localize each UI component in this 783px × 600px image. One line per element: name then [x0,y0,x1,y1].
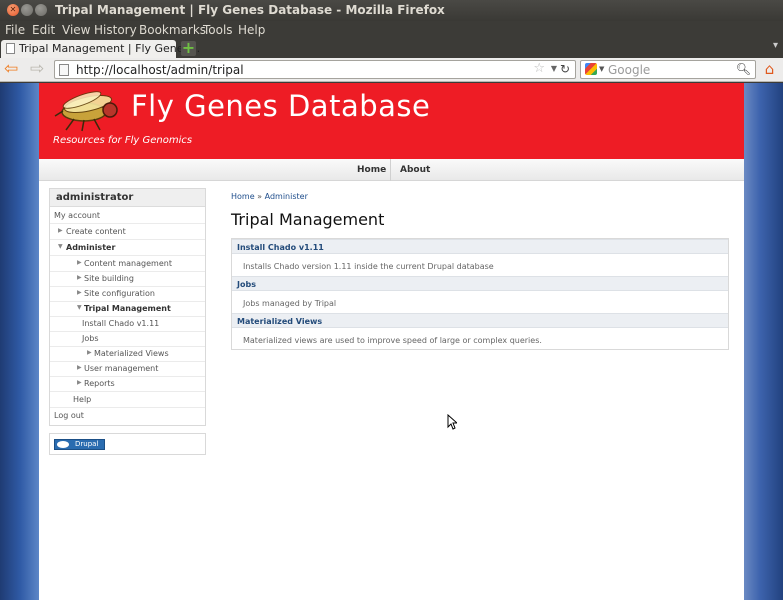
navigation-sidebar: administrator My account ▶ Create conten… [49,188,206,426]
sidebar-item-label: Administer [66,243,116,252]
tab-list-icon[interactable]: ▾ [773,40,778,51]
collapsed-arrow-icon: ▶ [87,349,92,356]
sidebar-item-reports[interactable]: ▶ Reports [50,376,205,392]
sidebar-item-help[interactable]: Help [50,392,205,408]
search-icon[interactable]: 🔍︎ [736,62,751,76]
history-dropdown-icon[interactable]: ▼ [551,64,557,73]
collapsed-arrow-icon: ▶ [58,227,63,234]
page-viewport: Fly Genes Database Resources for Fly Gen… [0,83,783,600]
section-description: Materialized views are used to improve s… [243,336,542,345]
sidebar-item-label: Site building [84,274,134,283]
powered-by-drupal-block: Drupal [49,433,206,455]
breadcrumb: Home » Administer [231,192,308,201]
site-slogan: Resources for Fly Genomics [53,135,193,146]
menu-history[interactable]: History [94,23,137,37]
sidebar-item-materialized-views[interactable]: ▶ Materialized Views [50,346,205,362]
admin-panel: Install Chado v1.11 Installs Chado versi… [231,238,729,350]
breadcrumb-home-link[interactable]: Home [231,192,255,201]
menu-edit[interactable]: Edit [32,23,55,37]
collapsed-arrow-icon: ▶ [77,274,82,281]
menu-help[interactable]: Help [238,23,265,37]
sidebar-item-label: Reports [84,379,115,388]
back-arrow-icon[interactable]: ⇦ [4,61,18,78]
breadcrumb-administer-link[interactable]: Administer [265,192,308,201]
sidebar-item-label: Install Chado v1.11 [82,319,160,328]
powered-by-drupal-badge[interactable]: Drupal [54,439,105,450]
menu-bookmarks[interactable]: Bookmarks [139,23,206,37]
sidebar-item-site-configuration[interactable]: ▶ Site configuration [50,286,205,302]
section-heading-install-chado[interactable]: Install Chado v1.11 [232,239,728,254]
window-title: Tripal Management | Fly Genes Database -… [55,3,445,17]
forward-arrow-icon[interactable]: ⇨ [30,61,44,78]
sidebar-item-label: Materialized Views [94,349,169,358]
sidebar-item-label: My account [54,211,101,220]
section-heading-materialized-views[interactable]: Materialized Views [232,313,728,328]
sidebar-item-install-chado[interactable]: Install Chado v1.11 [50,316,205,332]
sidebar-item-jobs[interactable]: Jobs [50,331,205,347]
site-header: Fly Genes Database Resources for Fly Gen… [39,83,744,159]
page-title: Tripal Management [231,210,385,229]
window-titlebar: ✕ Tripal Management | Fly Genes Database… [0,0,783,21]
minimize-window-button[interactable] [21,4,33,16]
navigation-toolbar: ⇦ ⇨ http://localhost/admin/tripal ☆ ▼ ↻ … [0,58,783,82]
fly-logo-icon[interactable] [54,86,124,132]
sidebar-item-label: Help [73,395,92,404]
menu-tools[interactable]: Tools [203,23,233,37]
collapsed-arrow-icon: ▶ [77,289,82,296]
section-heading-jobs[interactable]: Jobs [232,276,728,291]
sidebar-item-label: Site configuration [84,289,155,298]
reload-icon[interactable]: ↻ [560,62,570,76]
new-tab-button[interactable]: + [181,40,196,56]
sidebar-item-label: Log out [54,411,84,420]
maximize-window-button[interactable] [35,4,47,16]
collapsed-arrow-icon: ▶ [77,364,82,371]
nav-link-about[interactable]: About [400,165,430,175]
sidebar-item-create-content[interactable]: ▶ Create content [50,224,205,240]
page-icon [6,43,15,54]
tab-tripal-management[interactable]: Tripal Management | Fly Genes… [1,40,200,58]
sidebar-item-administer[interactable]: ▼ Administer [50,240,205,256]
sidebar-item-label: Jobs [82,334,99,343]
nav-divider [390,159,391,181]
collapsed-arrow-icon: ▶ [77,379,82,386]
section-description: Jobs managed by Tripal [243,299,337,308]
sidebar-item-content-management[interactable]: ▶ Content management [50,256,205,272]
sidebar-item-user-management[interactable]: ▶ User management [50,361,205,377]
site-name[interactable]: Fly Genes Database [131,89,430,123]
tab-bar: Tripal Management | Fly Genes… + ▾ [0,39,783,58]
url-bar[interactable]: http://localhost/admin/tripal ☆ ▼ [54,60,576,79]
close-window-button[interactable]: ✕ [7,4,19,16]
sidebar-item-my-account[interactable]: My account [50,208,205,224]
sidebar-item-tripal-management[interactable]: ▼ Tripal Management [50,301,205,317]
expanded-arrow-icon: ▼ [77,304,82,311]
sidebar-item-site-building[interactable]: ▶ Site building [50,271,205,287]
drupal-badge-label: Drupal [75,440,99,448]
sidebar-item-log-out[interactable]: Log out [50,408,205,424]
nav-link-home[interactable]: Home [357,165,386,175]
expanded-arrow-icon: ▼ [58,243,63,250]
menu-file[interactable]: File [5,23,25,37]
bookmark-star-icon[interactable]: ☆ [533,61,545,76]
search-bar[interactable]: ▼ Google 🔍︎ [580,60,756,79]
drupal-drop-icon [57,441,69,448]
url-text[interactable]: http://localhost/admin/tripal [76,63,244,77]
search-placeholder[interactable]: Google [608,63,650,77]
sidebar-item-label: Tripal Management [84,304,171,313]
collapsed-arrow-icon: ▶ [77,259,82,266]
menubar: File Edit View History Bookmarks Tools H… [0,21,783,39]
tab-label: Tripal Management | Fly Genes… [19,42,201,55]
sidebar-item-label: User management [84,364,159,373]
sidebar-item-label: Create content [66,227,126,236]
menu-view[interactable]: View [62,23,90,37]
search-engine-dropdown-icon[interactable]: ▼ [599,65,604,73]
breadcrumb-separator: » [257,192,263,201]
section-description: Installs Chado version 1.11 inside the c… [243,262,494,271]
google-icon[interactable] [585,63,597,75]
sidebar-item-label: Content management [84,259,172,268]
primary-links: Home About [39,159,744,181]
sidebar-title: administrator [50,189,205,207]
page-icon [59,64,69,76]
mouse-cursor-icon [447,414,457,430]
home-icon[interactable]: ⌂ [761,61,778,78]
